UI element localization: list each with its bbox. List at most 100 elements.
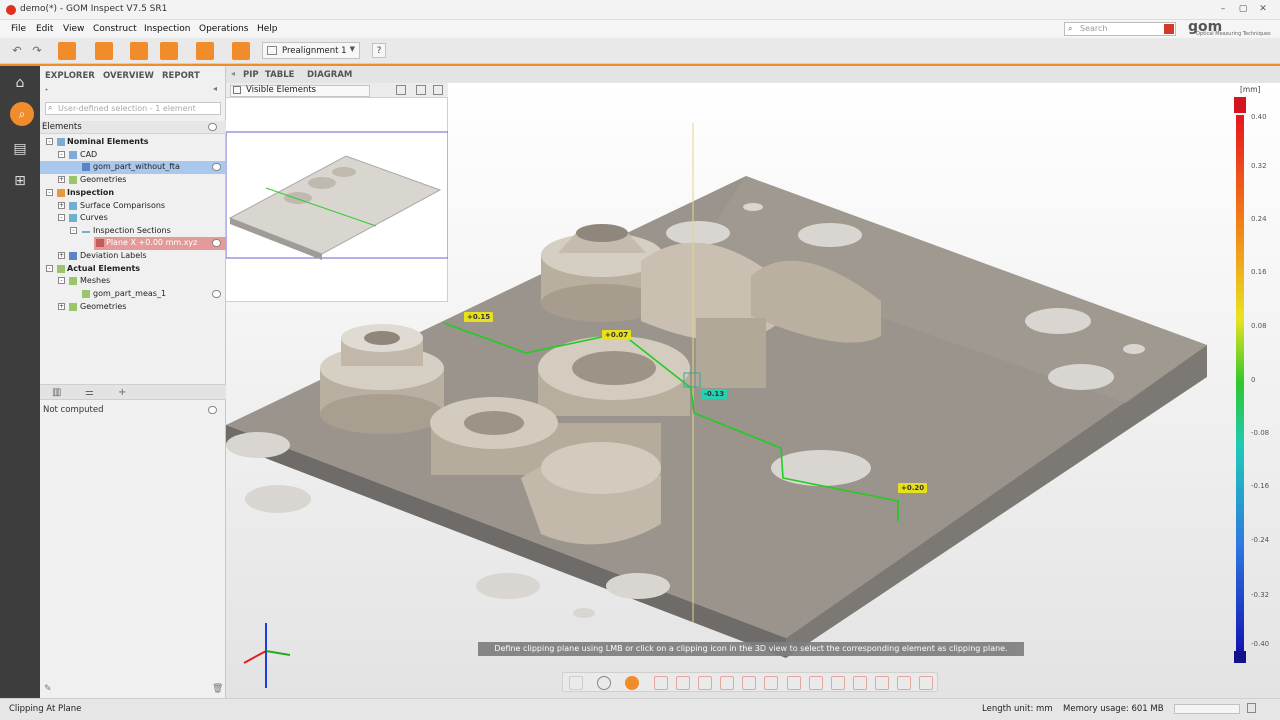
pin-icon[interactable]: ⋆ <box>44 85 49 94</box>
screenshot-button[interactable] <box>232 42 250 60</box>
label-tool-button[interactable] <box>160 42 178 60</box>
minimize-icon[interactable]: – <box>1216 3 1230 16</box>
explorer-filter-input[interactable]: ⌕ User-defined selection - 1 element <box>45 102 221 115</box>
properties-icon[interactable]: ▥ <box>52 387 61 398</box>
collapse-icon[interactable]: - <box>46 138 53 145</box>
home-icon[interactable]: ⌂ <box>9 72 31 94</box>
expand-icon[interactable]: + <box>58 176 65 183</box>
grid-icon[interactable]: ⊞ <box>9 170 31 192</box>
deviation-label[interactable]: +0.20 <box>898 483 928 493</box>
collapse-icon[interactable]: ◂ <box>213 84 217 93</box>
tab-report[interactable]: REPORT <box>162 71 200 81</box>
expand-icon[interactable]: + <box>58 202 65 209</box>
tree-item-label: Plane X +0.00 mm.xyz <box>106 238 198 247</box>
pip-option-icon[interactable] <box>396 85 406 95</box>
tab-table[interactable]: TABLE <box>265 70 294 80</box>
pip-view[interactable] <box>225 98 449 302</box>
tab-diagram[interactable]: DIAGRAM <box>307 70 352 80</box>
eye-icon[interactable] <box>208 123 217 131</box>
tree-item-curves[interactable]: - Curves <box>40 212 226 225</box>
edit-icon[interactable]: ✎ <box>44 684 52 694</box>
collapse-icon[interactable]: ◂ <box>231 69 235 78</box>
clip-grid-icon[interactable] <box>853 676 867 690</box>
transform-tool-button[interactable] <box>95 42 113 60</box>
tab-pip[interactable]: PIP <box>243 70 259 80</box>
collapse-icon[interactable]: - <box>58 277 65 284</box>
measure-tool-button[interactable] <box>130 42 148 60</box>
menu-inspection[interactable]: Inspection <box>144 24 191 34</box>
pip-option-icon[interactable] <box>416 85 426 95</box>
window-icon[interactable] <box>1247 703 1256 713</box>
document-icon[interactable]: ▤ <box>9 138 31 160</box>
hierarchy-icon[interactable]: ⚌ <box>85 387 94 398</box>
search-input[interactable]: ⌕ Search <box>1064 22 1176 36</box>
trash-icon[interactable]: 🗑 <box>212 684 223 694</box>
tree-item-actual-geometries[interactable]: + Geometries <box>40 301 226 314</box>
menu-edit[interactable]: Edit <box>36 24 53 34</box>
collapse-icon[interactable]: - <box>70 227 77 234</box>
clip-triangle-icon[interactable] <box>809 676 823 690</box>
label-icon <box>69 252 77 260</box>
tab-explorer[interactable]: EXPLORER <box>45 71 95 81</box>
eye-icon[interactable] <box>212 163 221 171</box>
redo-icon[interactable]: ↷ <box>28 42 46 60</box>
tree-item-nominal-elements[interactable]: - Nominal Elements <box>40 136 226 149</box>
clip-plane-icon[interactable] <box>720 676 734 690</box>
clip-x-icon[interactable] <box>654 676 668 690</box>
expand-icon[interactable]: + <box>58 303 65 310</box>
menu-help[interactable]: Help <box>257 24 278 34</box>
zoom-tool-button[interactable] <box>196 42 214 60</box>
menu-file[interactable]: File <box>11 24 26 34</box>
close-icon[interactable]: ✕ <box>1256 3 1270 16</box>
menu-construct[interactable]: Construct <box>93 24 137 34</box>
tree-item-plane-section[interactable]: Plane X +0.00 mm.xyz <box>40 237 226 250</box>
clip-invert-icon[interactable] <box>875 676 889 690</box>
deviation-label[interactable]: +0.15 <box>464 312 494 322</box>
deviation-label[interactable]: +0.07 <box>602 330 632 340</box>
clip-rect-icon[interactable] <box>787 676 801 690</box>
maximize-icon[interactable]: ▢ <box>1236 3 1250 16</box>
help-button[interactable]: ? <box>372 43 386 58</box>
pip-option-icon[interactable] <box>433 85 443 95</box>
clip-reset-icon[interactable] <box>897 676 911 690</box>
select-tool-button[interactable] <box>58 42 76 60</box>
clip-box-icon[interactable] <box>742 676 756 690</box>
collapse-icon[interactable]: - <box>58 214 65 221</box>
clip-points-icon[interactable] <box>831 676 845 690</box>
search-icon: ⌕ <box>1068 24 1073 33</box>
menu-operations[interactable]: Operations <box>199 24 248 34</box>
collapse-icon[interactable]: - <box>46 189 53 196</box>
clip-active-icon[interactable] <box>625 676 639 690</box>
collapse-icon[interactable]: - <box>58 151 65 158</box>
inspect-workspace-icon[interactable]: ⌕ <box>10 102 34 126</box>
tree-item-deviation-labels[interactable]: + Deviation Labels <box>40 250 226 263</box>
expand-icon[interactable]: + <box>58 252 65 259</box>
clip-close-icon[interactable] <box>919 676 933 690</box>
eye-icon[interactable] <box>208 406 217 414</box>
menu-view[interactable]: View <box>63 24 84 34</box>
clip-y-icon[interactable] <box>676 676 690 690</box>
tree-item-label: Geometries <box>80 302 127 311</box>
undo-icon[interactable]: ↶ <box>8 42 26 60</box>
tree-item-label: Inspection <box>67 188 115 197</box>
eye-icon[interactable] <box>212 239 221 247</box>
eye-icon[interactable] <box>212 290 221 298</box>
clip-section-icon[interactable] <box>764 676 778 690</box>
search-dropdown-icon[interactable] <box>1164 24 1174 34</box>
clip-mode-icon[interactable] <box>597 676 611 690</box>
lock-icon[interactable] <box>569 676 583 690</box>
tree-item-meshes[interactable]: - Meshes <box>40 275 226 288</box>
clip-z-icon[interactable] <box>698 676 712 690</box>
tree-item-mesh[interactable]: gom_part_meas_1 <box>40 288 226 301</box>
alignment-select[interactable]: Prealignment 1 ▼ <box>262 42 360 59</box>
elements-header: Elements <box>40 121 226 134</box>
tree-item-cad-part[interactable]: gom_part_without_fta <box>40 161 226 174</box>
deviation-label[interactable]: -0.13 <box>701 389 728 399</box>
tree-item-nominal-geometries[interactable]: + Geometries <box>40 174 226 187</box>
pip-selector-label: Visible Elements <box>246 85 317 95</box>
tree-item-inspection[interactable]: - Inspection <box>40 187 226 200</box>
tab-overview[interactable]: OVERVIEW <box>103 71 154 81</box>
add-icon[interactable]: + <box>118 387 126 398</box>
collapse-icon[interactable]: - <box>46 265 53 272</box>
folder-icon <box>57 189 65 197</box>
